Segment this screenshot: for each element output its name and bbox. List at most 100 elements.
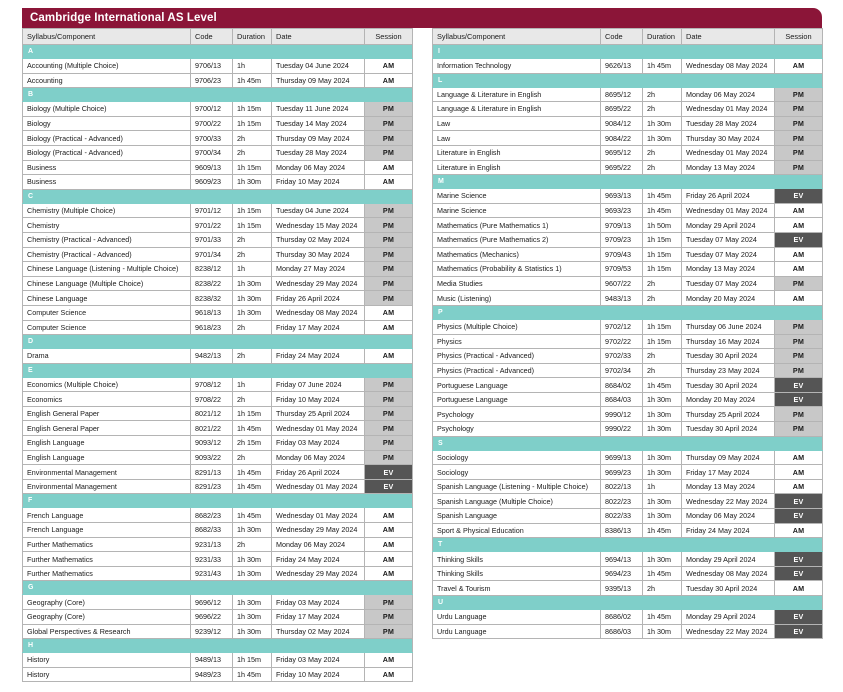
cell-duration: 1h 30m — [642, 493, 682, 510]
table-row: Environmental Management 8291/13 1h 45m Fri… — [22, 464, 413, 480]
cell-date: Tuesday 30 April 2024 — [681, 421, 775, 437]
cell-session: PM — [364, 261, 413, 277]
cell-date: Friday 03 May 2024 — [271, 652, 365, 668]
cell-code: 9708/12 — [190, 376, 233, 393]
cell-syllabus: Law — [432, 130, 601, 146]
table-row: Chemistry 9701/22 1h 15m Wednesday 15 May 2… — [22, 217, 413, 233]
cell-syllabus: Economics — [22, 391, 191, 407]
cell-code: 8291/13 — [190, 464, 233, 480]
cell-code: 9701/12 — [190, 202, 233, 219]
cell-syllabus: Chemistry (Practical - Advanced) — [22, 231, 191, 248]
table-header-row: Syllabus/Component Code Duration Date Se… — [22, 28, 413, 45]
cell-session: PM — [364, 275, 413, 292]
timetable-right: Syllabus/Component Code Duration Date Se… — [432, 28, 823, 640]
table-row: Chinese Language 8238/32 1h 30m Friday 26 A… — [22, 290, 413, 306]
group-letter-row: S — [432, 435, 823, 451]
group-letter: B — [22, 87, 413, 103]
cell-session: EV — [774, 493, 823, 510]
cell-duration: 1h 45m — [642, 565, 682, 582]
cell-syllabus: History — [22, 652, 191, 668]
table-row: Mathematics (Mechanics) 9709/43 1h 15m Tues… — [432, 246, 823, 263]
cell-syllabus: Mathematics (Pure Mathematics 2) — [432, 231, 601, 248]
table-row: Economics 9708/22 2h Friday 10 May 2024 PM — [22, 391, 413, 407]
cell-session: PM — [364, 290, 413, 306]
cell-session: PM — [774, 275, 823, 292]
table-row: Psychology 9990/12 1h 30m Thursday 25 April… — [432, 406, 823, 423]
table-row: Geography (Core) 9696/22 1h 30m Friday 17 M… — [22, 609, 413, 625]
cell-session: PM — [364, 376, 413, 393]
cell-session: EV — [364, 464, 413, 480]
cell-date: Friday 26 April 2024 — [681, 188, 775, 204]
cell-date: Friday 26 April 2024 — [271, 290, 365, 306]
cell-duration: 1h 30m — [232, 290, 272, 306]
group-letter-row: P — [432, 304, 823, 320]
cell-session: PM — [364, 594, 413, 610]
cell-duration: 2h — [232, 319, 272, 336]
cell-syllabus: Accounting — [22, 72, 191, 89]
cell-date: Monday 13 May 2024 — [681, 261, 775, 277]
table-row: Mathematics (Pure Mathematics 2) 9709/23 1… — [432, 231, 823, 248]
cell-session: EV — [774, 391, 823, 408]
group-letter-row: U — [432, 595, 823, 610]
table-row: Law 9084/12 1h 30m Tuesday 28 May 2024 PM — [432, 115, 823, 132]
cell-session: AM — [364, 319, 413, 336]
table-row: Chemistry (Multiple Choice) 9701/12 1h 15m… — [22, 202, 413, 219]
cell-duration: 1h 15m — [232, 159, 272, 176]
cell-code: 9709/13 — [600, 217, 643, 233]
cell-code: 9084/12 — [600, 115, 643, 132]
cell-syllabus: Psychology — [432, 421, 601, 437]
cell-code: 9489/23 — [190, 666, 233, 683]
cell-code: 9702/22 — [600, 333, 643, 350]
cell-syllabus: French Language — [22, 522, 191, 538]
cell-date: Monday 29 April 2024 — [681, 609, 775, 625]
group-letter-row: I — [432, 44, 823, 59]
table-row: Geography (Core) 9696/12 1h 30m Friday 03 M… — [22, 594, 413, 610]
cell-date: Friday 24 May 2024 — [271, 551, 365, 567]
cell-duration: 2h — [232, 246, 272, 263]
table-row: Further Mathematics 9231/33 1h 30m Friday 2… — [22, 551, 413, 567]
cell-session: AM — [364, 652, 413, 668]
cell-session: PM — [774, 362, 823, 379]
table-row: Computer Science 9618/23 2h Friday 17 May 2… — [22, 319, 413, 336]
cell-duration: 2h — [232, 231, 272, 248]
cell-syllabus: Geography (Core) — [22, 609, 191, 625]
table-row: Mathematics (Probability & Statistics 1)… — [432, 261, 823, 277]
cell-syllabus: Sociology — [432, 449, 601, 466]
cell-code: 9607/22 — [600, 275, 643, 292]
table-row: Language & Literature in English 8695/22 2… — [432, 101, 823, 117]
cell-session: PM — [774, 318, 823, 335]
cell-date: Tuesday 04 June 2024 — [271, 58, 365, 74]
cell-code: 9093/22 — [190, 449, 233, 466]
cell-duration: 1h 15m — [232, 405, 272, 422]
table-row: French Language 8682/23 1h 45m Wednesday 01… — [22, 507, 413, 524]
cell-date: Thursday 09 May 2024 — [271, 72, 365, 89]
cell-duration: 1h 45m — [232, 420, 272, 437]
cell-session: PM — [774, 406, 823, 423]
cell-session: PM — [364, 217, 413, 233]
cell-session: EV — [774, 623, 823, 640]
table-row: History 9489/23 1h 45m Friday 10 May 2024 AM — [22, 666, 413, 683]
cell-code: 9708/22 — [190, 391, 233, 407]
cell-code: 9231/13 — [190, 536, 233, 553]
cell-duration: 1h — [232, 261, 272, 277]
cell-syllabus: Physics (Practical - Advanced) — [432, 348, 601, 364]
cell-duration: 1h 15m — [642, 246, 682, 263]
cell-syllabus: Chemistry — [22, 217, 191, 233]
table-row: Further Mathematics 9231/13 2h Monday 06 Ma… — [22, 536, 413, 553]
cell-duration: 1h 30m — [642, 406, 682, 423]
column-header-session: Session — [774, 28, 823, 45]
cell-date: Monday 06 May 2024 — [681, 508, 775, 524]
cell-duration: 1h 15m — [232, 652, 272, 668]
group-letter: E — [22, 362, 413, 378]
table-row: French Language 8682/33 1h 30m Wednesday 29… — [22, 522, 413, 538]
cell-code: 9700/33 — [190, 130, 233, 146]
cell-code: 9693/23 — [600, 202, 643, 219]
cell-syllabus: Language & Literature in English — [432, 86, 601, 103]
table-row: Drama 9482/13 2h Friday 24 May 2024 AM — [22, 348, 413, 364]
group-letter: C — [22, 188, 413, 204]
table-row: Physics (Multiple Choice) 9702/12 1h 15m Th… — [432, 318, 823, 335]
cell-syllabus: French Language — [22, 507, 191, 524]
group-letter: L — [432, 72, 823, 88]
cell-duration: 2h — [232, 130, 272, 146]
cell-syllabus: Environmental Management — [22, 478, 191, 495]
